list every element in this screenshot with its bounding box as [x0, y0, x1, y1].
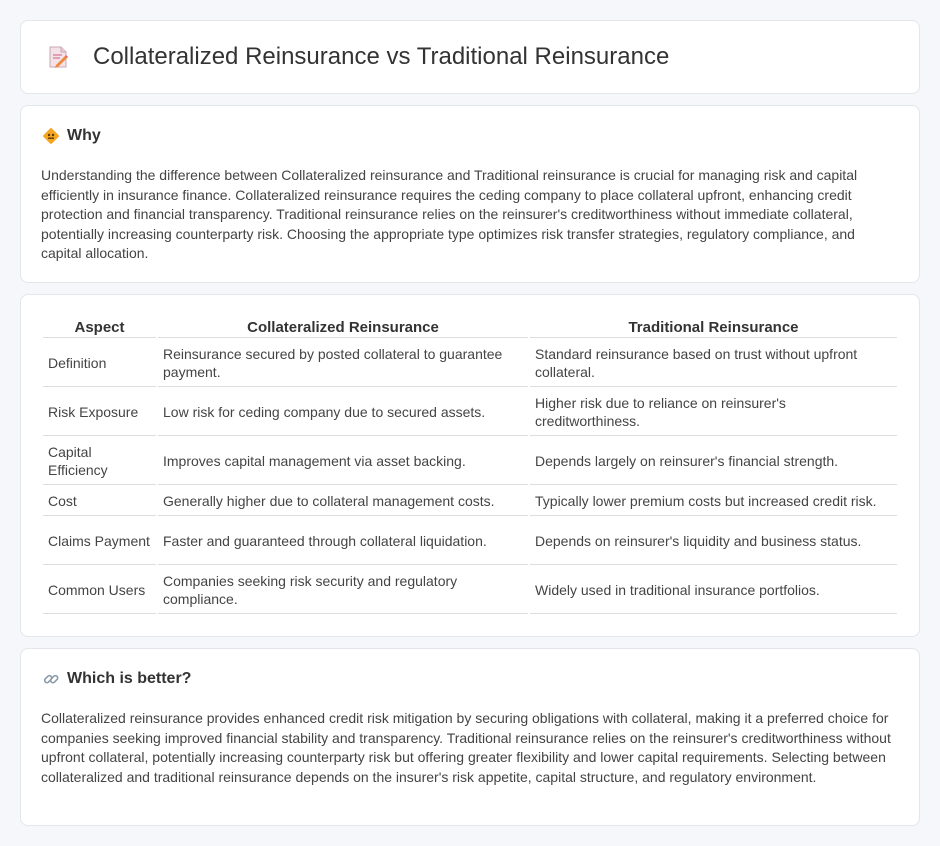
table-header-aspect: Aspect — [43, 315, 156, 338]
table-cell: Higher risk due to reliance on reinsurer… — [530, 389, 897, 436]
table-row: Common Users Companies seeking risk secu… — [43, 567, 897, 614]
comparison-table: Aspect Collateralized Reinsurance Tradit… — [41, 313, 899, 616]
table-cell: Depends on reinsurer's liquidity and bus… — [530, 518, 897, 565]
table-header-collateralized: Collateralized Reinsurance — [158, 315, 528, 338]
table-cell: Improves capital management via asset ba… — [158, 438, 528, 485]
table-cell: Companies seeking risk security and regu… — [158, 567, 528, 614]
table-cell-aspect: Definition — [43, 340, 156, 387]
better-section: Which is better? Collateralized reinsura… — [20, 648, 920, 826]
why-text: Understanding the difference between Col… — [41, 167, 858, 262]
table-cell-aspect: Risk Exposure — [43, 389, 156, 436]
why-title: Why — [67, 127, 101, 144]
document-pencil-icon — [43, 42, 73, 72]
table-row: Risk Exposure Low risk for ceding compan… — [43, 389, 897, 436]
table-row: Cost Generally higher due to collateral … — [43, 487, 897, 516]
table-cell-aspect: Claims Payment — [43, 518, 156, 565]
table-row: Claims Payment Faster and guaranteed thr… — [43, 518, 897, 565]
table-cell: Low risk for ceding company due to secur… — [158, 389, 528, 436]
why-section: Why Understanding the difference between… — [20, 105, 920, 283]
table-cell: Standard reinsurance based on trust with… — [530, 340, 897, 387]
header-card: Collateralized Reinsurance vs Traditiona… — [20, 20, 920, 94]
table-cell: Generally higher due to collateral manag… — [158, 487, 528, 516]
table-header-traditional: Traditional Reinsurance — [530, 315, 897, 338]
table-cell-aspect: Cost — [43, 487, 156, 516]
table-cell: Depends largely on reinsurer's financial… — [530, 438, 897, 485]
table-cell: Faster and guaranteed through collateral… — [158, 518, 528, 565]
comparison-table-card: Aspect Collateralized Reinsurance Tradit… — [20, 294, 920, 637]
table-cell-aspect: Capital Efficiency — [43, 438, 156, 485]
table-cell-aspect: Common Users — [43, 567, 156, 614]
page-title: Collateralized Reinsurance vs Traditiona… — [93, 43, 670, 70]
better-text: Collateralized reinsurance provides enha… — [41, 710, 891, 785]
table-cell: Widely used in traditional insurance por… — [530, 567, 897, 614]
better-title: Which is better? — [67, 670, 192, 687]
table-row: Capital Efficiency Improves capital mana… — [43, 438, 897, 485]
table-cell: Reinsurance secured by posted collateral… — [158, 340, 528, 387]
link-icon — [41, 669, 61, 689]
table-cell: Typically lower premium costs but increa… — [530, 487, 897, 516]
table-row: Definition Reinsurance secured by posted… — [43, 340, 897, 387]
diamond-sign-icon — [41, 126, 61, 146]
